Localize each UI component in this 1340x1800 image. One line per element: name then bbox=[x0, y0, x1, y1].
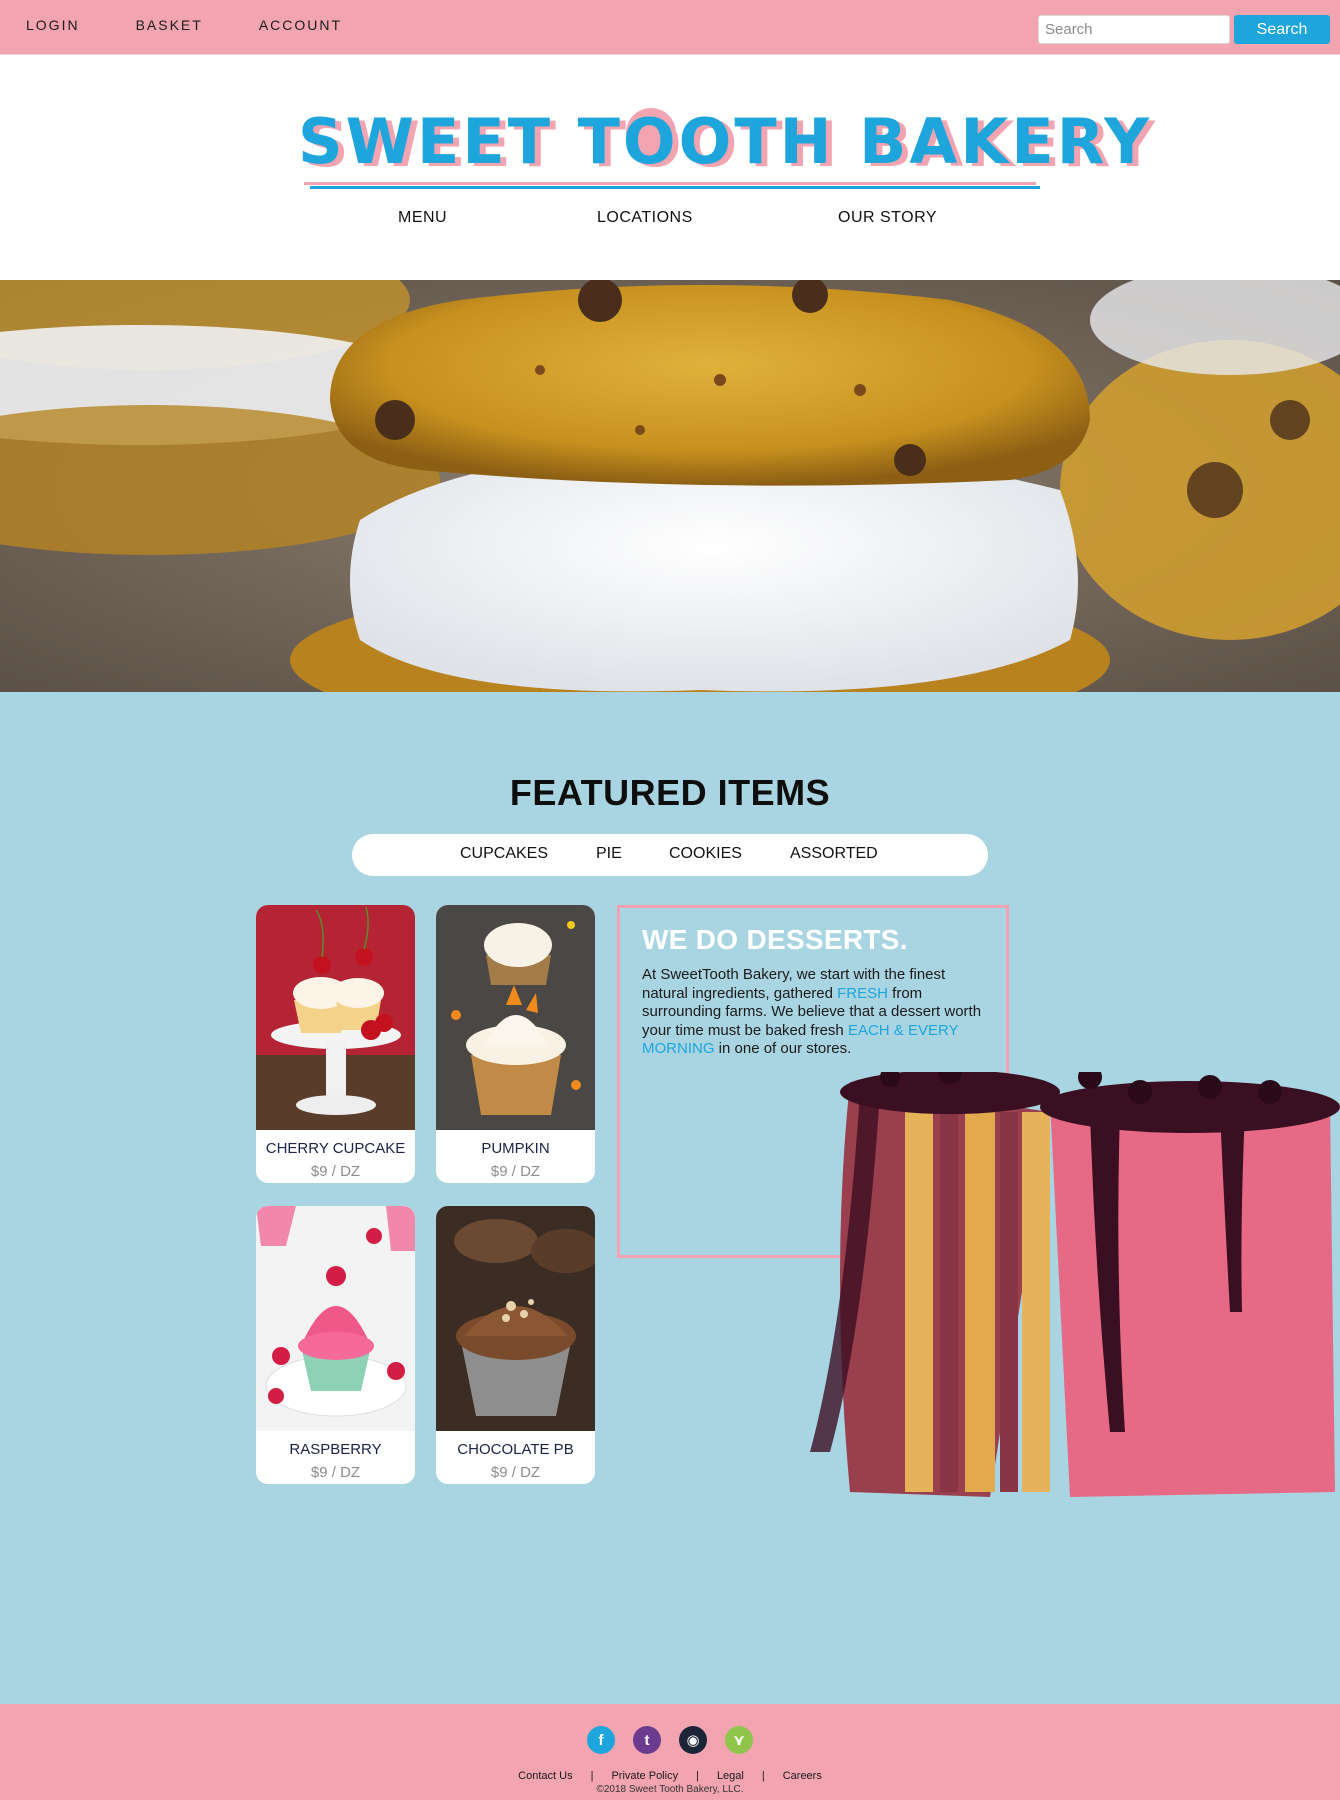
contact-us-link[interactable]: Contact Us bbox=[518, 1770, 572, 1782]
share-icon[interactable]: ⋎ bbox=[725, 1726, 753, 1754]
product-price: $9 / DZ bbox=[490, 1163, 541, 1180]
desserts-heading: WE DO DESSERTS. bbox=[642, 924, 908, 955]
product-price: $9 / DZ bbox=[310, 1464, 361, 1481]
product-name: CHOCOLATE PB bbox=[457, 1441, 574, 1458]
layer-cake-image bbox=[810, 1072, 1340, 1497]
account-nav: LOGIN BASKET ACCOUNT bbox=[26, 17, 398, 33]
basket-link[interactable]: BASKET bbox=[136, 17, 203, 33]
product-card-pumpkin[interactable]: PUMPKIN $9 / DZ bbox=[436, 905, 595, 1183]
hero-image-whoopie-pies bbox=[0, 280, 1340, 692]
tab-cupcakes[interactable]: CUPCAKES bbox=[460, 845, 548, 863]
careers-link[interactable]: Careers bbox=[783, 1770, 822, 1782]
footer-links: Contact Us | Private Policy | Legal | Ca… bbox=[0, 1770, 1340, 1782]
logo-text: SWEET TOOTH BAKERY bbox=[298, 105, 1152, 178]
copyright: ©2018 Sweet Tooth Bakery, LLC. bbox=[596, 1784, 744, 1795]
footer-separator: | bbox=[696, 1770, 699, 1782]
featured-title: FEATURED ITEMS bbox=[509, 772, 831, 813]
bakery-logo[interactable]: SWEET TOOTH BAKERY SWEET TOOTH BAKERY bbox=[298, 105, 1155, 195]
twitter-icon[interactable]: t bbox=[633, 1726, 661, 1754]
product-card-cherry-cupcake[interactable]: CHERRY CUPCAKE $9 / DZ bbox=[256, 905, 415, 1183]
highlight-fresh: FRESH bbox=[837, 984, 888, 1002]
nav-locations[interactable]: LOCATIONS bbox=[597, 209, 693, 227]
footer-separator: | bbox=[761, 1770, 765, 1782]
featured-section: FEATURED ITEMS CUPCAKES PIE COOKIES ASSO… bbox=[0, 692, 1340, 1704]
logo-underline-blue bbox=[310, 186, 1040, 189]
cherry-cupcake-image bbox=[256, 905, 415, 1130]
login-link[interactable]: LOGIN bbox=[26, 17, 80, 33]
social-icons: f t ◉ ⋎ bbox=[0, 1726, 1340, 1754]
site-footer: f t ◉ ⋎ Contact Us | Private Policy | Le… bbox=[0, 1704, 1340, 1800]
site-header: SWEET TOOTH BAKERY SWEET TOOTH BAKERY ME… bbox=[0, 55, 1340, 280]
product-name: PUMPKIN bbox=[481, 1140, 550, 1157]
account-link[interactable]: ACCOUNT bbox=[259, 17, 342, 33]
footer-separator: | bbox=[590, 1770, 594, 1782]
product-card-raspberry[interactable]: RASPBERRY $9 / DZ bbox=[256, 1206, 415, 1484]
search-form: Search bbox=[1038, 15, 1330, 44]
pumpkin-cupcake-image bbox=[436, 905, 595, 1130]
facebook-icon[interactable]: f bbox=[587, 1726, 615, 1754]
nav-our-story[interactable]: OUR STORY bbox=[838, 209, 937, 227]
tab-pie[interactable]: PIE bbox=[596, 845, 622, 863]
tab-assorted[interactable]: ASSORTED bbox=[790, 845, 878, 863]
product-name: CHERRY CUPCAKE bbox=[265, 1140, 406, 1157]
search-button[interactable]: Search bbox=[1234, 15, 1330, 44]
privacy-policy-link[interactable]: Private Policy bbox=[611, 1770, 678, 1782]
nav-menu[interactable]: MENU bbox=[398, 209, 447, 227]
legal-link[interactable]: Legal bbox=[717, 1770, 744, 1782]
product-name: RASPBERRY bbox=[289, 1441, 382, 1458]
raspberry-cupcake-image bbox=[256, 1206, 415, 1431]
product-card-chocolate-pb[interactable]: CHOCOLATE PB $9 / DZ bbox=[436, 1206, 595, 1484]
search-input[interactable] bbox=[1038, 15, 1230, 44]
chocolate-pb-cupcake-image bbox=[436, 1206, 595, 1431]
instagram-icon[interactable]: ◉ bbox=[679, 1726, 707, 1754]
logo-underline-pink bbox=[304, 182, 1036, 185]
desserts-text-3: in one of our stores. bbox=[714, 1040, 852, 1057]
desserts-description: At SweetTooth Bakery, we start with the … bbox=[642, 966, 987, 1059]
product-price: $9 / DZ bbox=[490, 1464, 541, 1481]
category-tabs: CUPCAKES PIE COOKIES ASSORTED bbox=[352, 834, 988, 876]
top-bar: LOGIN BASKET ACCOUNT Search bbox=[0, 0, 1340, 55]
tab-cookies[interactable]: COOKIES bbox=[669, 845, 742, 863]
product-price: $9 / DZ bbox=[310, 1163, 361, 1180]
